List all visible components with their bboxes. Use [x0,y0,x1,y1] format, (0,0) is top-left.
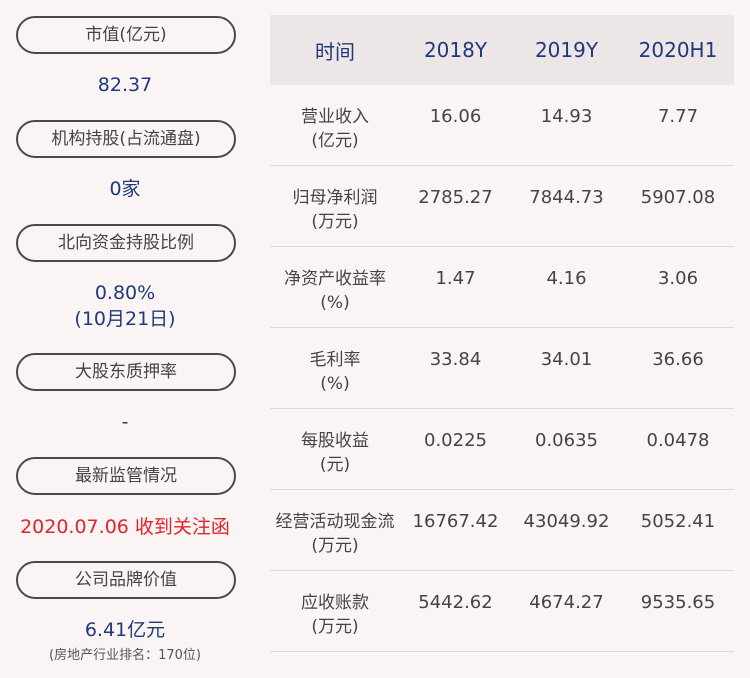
table-row: 应收账款 (万元) 5442.62 4674.27 9535.65 [270,571,734,652]
row-value-2020h1: 5052.41 [640,511,716,532]
header-2018: 2018Y [423,38,488,62]
row-value-2019: 7844.73 [529,187,604,208]
northbound-label: 北向资金持股比例 [16,224,236,262]
row-value-2018: 5442.62 [418,592,493,613]
header-2020h1: 2020H1 [638,38,718,62]
row-value-2019: 0.0635 [535,430,598,451]
brand-label: 公司品牌价值 [16,561,236,599]
regulation-label: 最新监管情况 [16,457,236,495]
table-row: 毛利率 (%) 33.84 34.01 36.66 [270,328,734,409]
institutions-value: 0家 [109,178,141,200]
row-value-2020h1: 3.06 [657,268,699,289]
row-metric: 每股收益 (元) [301,431,369,475]
row-value-2020h1: 5907.08 [640,187,716,208]
row-value-2018: 33.84 [429,349,482,370]
row-metric: 净资产收益率 (%) [284,269,386,313]
row-value-2018: 1.47 [435,268,476,289]
northbound-date: (10月21日) [74,308,176,330]
table-row: 经营活动现金流 (万元) 16767.42 43049.92 5052.41 [270,490,734,571]
row-metric: 毛利率 (%) [309,350,361,394]
table-row: 每股收益 (元) 0.0225 0.0635 0.0478 [270,409,734,490]
pledge-value: - [121,411,129,433]
table-header: 时间 2018Y 2019Y 2020H1 [270,15,734,85]
row-metric: 经营活动现金流 (万元) [275,512,395,556]
financial-table: 时间 2018Y 2019Y 2020H1 营业收入 (亿元) 16.06 14.… [270,15,734,652]
row-metric: 应收账款 (万元) [301,593,369,637]
market-cap-label: 市值(亿元) [16,16,236,54]
row-metric: 归母净利润 (万元) [292,188,378,232]
regulation-value: 2020.07.06 收到关注函 [20,516,230,538]
row-value-2019: 34.01 [540,349,593,370]
row-metric: 营业收入 (亿元) [301,107,369,151]
northbound-value: 0.80% [94,282,156,304]
row-value-2018: 0.0225 [424,430,487,451]
row-value-2019: 4674.27 [529,592,604,613]
table-row: 营业收入 (亿元) 16.06 14.93 7.77 [270,85,734,166]
row-value-2020h1: 7.77 [657,106,699,127]
row-value-2019: 14.93 [540,106,593,127]
row-value-2020h1: 0.0478 [646,430,710,451]
row-value-2018: 16.06 [429,106,482,127]
brand-value: 6.41亿元 [84,619,166,641]
pledge-label: 大股东质押率 [16,353,236,391]
market-cap-value: 82.37 [97,74,153,96]
brand-note: (房地产行业排名：170位) [49,648,201,663]
row-value-2018: 16767.42 [412,511,499,532]
row-value-2019: 43049.92 [523,511,610,532]
institutions-label: 机构持股(占流通盘) [16,120,236,158]
row-value-2018: 2785.27 [418,187,493,208]
row-value-2020h1: 36.66 [652,349,704,370]
header-2019: 2019Y [534,38,599,62]
row-value-2020h1: 9535.65 [640,592,716,613]
left-panel: 市值(亿元) 82.37 机构持股(占流通盘) 0家 北向资金持股比例 0.80… [0,0,250,678]
header-period: 时间 [315,39,355,64]
table-row: 净资产收益率 (%) 1.47 4.16 3.06 [270,247,734,328]
row-value-2019: 4.16 [546,268,587,289]
table-row: 归母净利润 (万元) 2785.27 7844.73 5907.08 [270,166,734,247]
